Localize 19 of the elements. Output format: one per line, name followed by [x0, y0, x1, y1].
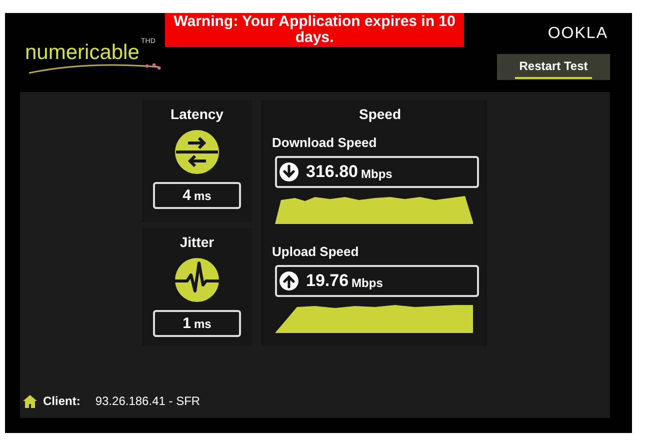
- swoosh-icon: [27, 63, 162, 75]
- latency-value: 4 ms: [153, 182, 241, 209]
- restart-button[interactable]: Restart Test: [497, 54, 610, 80]
- logo-text: numericable: [25, 41, 140, 65]
- latency-icon: [174, 129, 220, 175]
- brand-logo: OOKLA: [548, 25, 608, 43]
- speed-value: 19.76 Mbps: [275, 265, 479, 297]
- speed-label: Download Speed: [272, 135, 378, 150]
- home-icon: [23, 394, 37, 408]
- card-title: Latency: [170, 106, 224, 122]
- client-value: 93.26.186.41 - SFR: [95, 394, 200, 408]
- speed-label: Upload Speed: [272, 244, 360, 259]
- card-title: Jitter: [180, 234, 214, 250]
- card-title: Speed: [358, 106, 401, 122]
- speed-value: 316.80 Mbps: [275, 156, 479, 188]
- client-label: Client:: [43, 394, 80, 408]
- pulse-icon: [174, 257, 220, 303]
- warning-banner: Warning: Your Application expires in 10 days.: [165, 13, 464, 47]
- jitter-value: 1 ms: [153, 310, 241, 337]
